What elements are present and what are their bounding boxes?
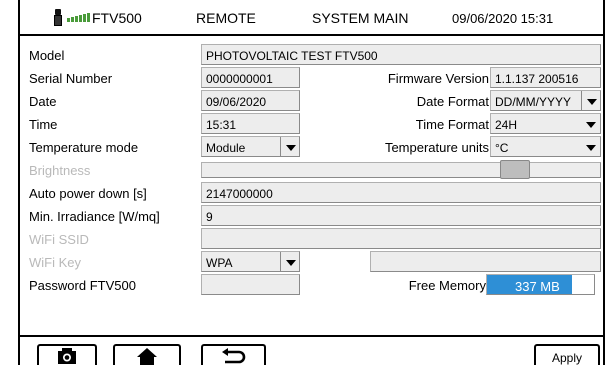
status-icons bbox=[54, 9, 91, 26]
time-format-select[interactable]: 24H bbox=[490, 113, 601, 134]
date-field[interactable]: 09/06/2020 bbox=[201, 90, 300, 111]
chevron-down-icon[interactable] bbox=[280, 137, 299, 156]
chevron-down-icon[interactable] bbox=[581, 91, 600, 110]
battery-icon bbox=[67, 13, 91, 22]
row-wifi-ssid: WiFi SSID bbox=[20, 228, 603, 250]
header-datetime: 09/06/2020 15:31 bbox=[452, 11, 554, 26]
row-serial: Serial Number 0000000001 Firmware Versio… bbox=[20, 67, 603, 89]
row-password: Password FTV500 Free Memory 337 MB bbox=[20, 274, 603, 296]
header-bar: FTV500 REMOTE SYSTEM MAIN 09/06/2020 15:… bbox=[20, 0, 603, 36]
home-icon bbox=[137, 348, 157, 365]
temp-mode-label: Temperature mode bbox=[29, 140, 139, 155]
serial-label: Serial Number bbox=[29, 71, 113, 86]
row-temperature: Temperature mode Module Temperature unit… bbox=[20, 136, 603, 158]
brightness-slider-thumb[interactable] bbox=[500, 160, 530, 179]
chevron-down-icon[interactable] bbox=[581, 137, 600, 156]
date-format-value: DD/MM/YYYY bbox=[495, 95, 572, 109]
time-format-label: Time Format bbox=[415, 117, 489, 132]
date-label: Date bbox=[29, 94, 57, 109]
device-name: FTV500 bbox=[92, 10, 142, 26]
serial-field[interactable]: 0000000001 bbox=[201, 67, 300, 88]
model-field[interactable]: PHOTOVOLTAIC TEST FTV500 bbox=[201, 44, 601, 65]
model-label: Model bbox=[29, 48, 65, 63]
row-time: Time 15:31 Time Format 24H bbox=[20, 113, 603, 135]
irradiance-label: Min. Irradiance [W/mq] bbox=[29, 209, 160, 224]
auto-power-label: Auto power down [s] bbox=[29, 186, 147, 201]
apply-label: Apply bbox=[551, 351, 583, 365]
brightness-label: Brightness bbox=[29, 163, 91, 178]
row-brightness: Brightness bbox=[20, 159, 603, 181]
row-wifi-key: WiFi Key WPA bbox=[20, 251, 603, 273]
time-field[interactable]: 15:31 bbox=[201, 113, 300, 134]
auto-power-field[interactable]: 2147000000 bbox=[201, 182, 601, 203]
brightness-slider[interactable] bbox=[201, 160, 601, 179]
screen-title: SYSTEM MAIN bbox=[312, 10, 409, 26]
temp-units-value: °C bbox=[495, 141, 509, 155]
chevron-down-icon[interactable] bbox=[581, 114, 600, 133]
row-date: Date 09/06/2020 Date Format DD/MM/YYYY bbox=[20, 90, 603, 112]
row-model: Model PHOTOVOLTAIC TEST FTV500 bbox=[20, 44, 603, 66]
free-memory-label: Free Memory bbox=[408, 278, 486, 293]
row-irradiance: Min. Irradiance [W/mq] 9 bbox=[20, 205, 603, 227]
mode-label: REMOTE bbox=[196, 10, 256, 26]
back-button[interactable] bbox=[201, 344, 266, 365]
firmware-field: 1.1.137 200516 bbox=[490, 67, 601, 88]
temp-units-select[interactable]: °C bbox=[490, 136, 601, 157]
wifi-ssid-label: WiFi SSID bbox=[29, 232, 89, 247]
row-auto-power: Auto power down [s] 2147000000 bbox=[20, 182, 603, 204]
firmware-label: Firmware Version bbox=[387, 71, 489, 86]
free-memory-bar: 337 MB bbox=[486, 274, 595, 295]
free-memory-value: 337 MB bbox=[515, 279, 560, 294]
usb-icon bbox=[54, 9, 62, 26]
wifi-key-label: WiFi Key bbox=[29, 255, 81, 270]
date-format-select[interactable]: DD/MM/YYYY bbox=[490, 90, 601, 111]
time-format-value: 24H bbox=[495, 118, 518, 132]
camera-icon bbox=[58, 348, 76, 364]
date-format-label: Date Format bbox=[416, 94, 489, 109]
wifi-security-value: WPA bbox=[206, 256, 233, 270]
wifi-ssid-field[interactable] bbox=[201, 228, 601, 249]
password-label: Password FTV500 bbox=[29, 278, 136, 293]
irradiance-field[interactable]: 9 bbox=[201, 205, 601, 226]
system-main-screen: FTV500 REMOTE SYSTEM MAIN 09/06/2020 15:… bbox=[0, 0, 605, 365]
time-label: Time bbox=[29, 117, 58, 132]
home-button[interactable] bbox=[113, 344, 181, 365]
camera-button[interactable] bbox=[37, 344, 97, 365]
bottom-toolbar bbox=[20, 335, 603, 365]
back-arrow-icon bbox=[222, 348, 246, 364]
wifi-key-field[interactable] bbox=[370, 251, 601, 272]
temp-mode-select[interactable]: Module bbox=[201, 136, 300, 157]
wifi-security-select[interactable]: WPA bbox=[201, 251, 300, 272]
password-field[interactable] bbox=[201, 274, 300, 295]
temp-units-label: Temperature units bbox=[384, 140, 489, 155]
apply-button[interactable]: Apply bbox=[534, 344, 600, 365]
temp-mode-value: Module bbox=[206, 141, 246, 155]
chevron-down-icon[interactable] bbox=[280, 252, 299, 271]
